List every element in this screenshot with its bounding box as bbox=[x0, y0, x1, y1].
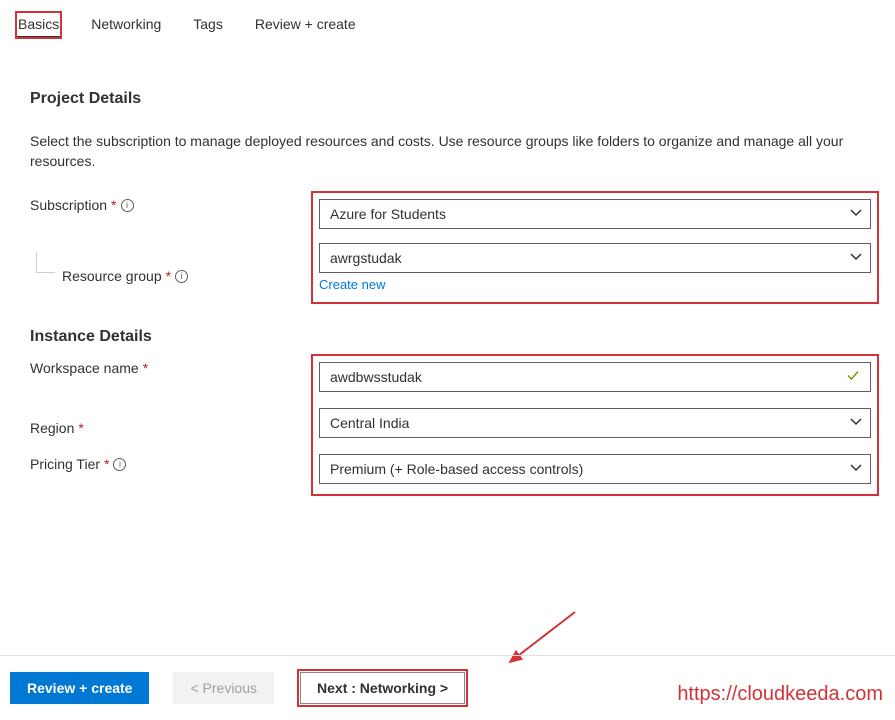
tab-basics[interactable]: Basics bbox=[16, 12, 61, 38]
previous-button: < Previous bbox=[173, 672, 274, 704]
workspace-name-label-text: Workspace name bbox=[30, 360, 139, 376]
resource-group-value: awrgstudak bbox=[330, 250, 402, 266]
region-select[interactable]: Central India bbox=[319, 408, 871, 438]
chevron-down-icon bbox=[850, 206, 862, 222]
required-indicator: * bbox=[78, 420, 83, 436]
instance-details-heading: Instance Details bbox=[30, 328, 875, 346]
region-label: Region * bbox=[30, 414, 315, 436]
required-indicator: * bbox=[111, 197, 116, 213]
pricing-tier-select[interactable]: Premium (+ Role-based access controls) bbox=[319, 454, 871, 484]
subscription-label: Subscription * i bbox=[30, 191, 315, 213]
required-indicator: * bbox=[166, 268, 171, 284]
chevron-down-icon bbox=[850, 250, 862, 266]
pricing-tier-value: Premium (+ Role-based access controls) bbox=[330, 461, 583, 477]
info-icon[interactable]: i bbox=[121, 199, 134, 212]
workspace-name-value: awdbwsstudak bbox=[330, 369, 422, 385]
check-icon bbox=[846, 369, 860, 386]
workspace-name-input[interactable]: awdbwsstudak bbox=[319, 362, 871, 392]
tab-review-create[interactable]: Review + create bbox=[253, 12, 358, 38]
subscription-value: Azure for Students bbox=[330, 206, 446, 222]
create-new-link[interactable]: Create new bbox=[319, 277, 385, 292]
chevron-down-icon bbox=[850, 415, 862, 431]
info-icon[interactable]: i bbox=[113, 458, 126, 471]
instance-fields-highlight: awdbwsstudak Central India Premium (+ Ro… bbox=[311, 354, 879, 496]
tab-tags[interactable]: Tags bbox=[191, 12, 225, 38]
resource-group-select[interactable]: awrgstudak bbox=[319, 243, 871, 273]
next-networking-button[interactable]: Next : Networking > bbox=[300, 672, 465, 704]
watermark-text: https://cloudkeeda.com bbox=[677, 683, 883, 706]
required-indicator: * bbox=[104, 456, 109, 472]
tabs-bar: Basics Networking Tags Review + create bbox=[0, 0, 895, 46]
resource-group-label: Resource group * i bbox=[30, 262, 315, 284]
info-icon[interactable]: i bbox=[175, 270, 188, 283]
pricing-tier-label-text: Pricing Tier bbox=[30, 456, 100, 472]
review-create-button[interactable]: Review + create bbox=[10, 672, 149, 704]
region-label-text: Region bbox=[30, 420, 74, 436]
pricing-tier-label: Pricing Tier * i bbox=[30, 450, 315, 472]
project-fields-highlight: Azure for Students awrgstudak Create new bbox=[311, 191, 879, 304]
subscription-label-text: Subscription bbox=[30, 197, 107, 213]
region-value: Central India bbox=[330, 415, 409, 431]
chevron-down-icon bbox=[850, 461, 862, 477]
project-details-heading: Project Details bbox=[30, 90, 875, 108]
workspace-name-label: Workspace name * bbox=[30, 354, 315, 376]
required-indicator: * bbox=[143, 360, 148, 376]
resource-group-label-text: Resource group bbox=[62, 268, 162, 284]
project-details-description: Select the subscription to manage deploy… bbox=[30, 132, 875, 171]
tab-networking[interactable]: Networking bbox=[89, 12, 163, 38]
next-button-highlight: Next : Networking > bbox=[298, 670, 467, 706]
subscription-select[interactable]: Azure for Students bbox=[319, 199, 871, 229]
